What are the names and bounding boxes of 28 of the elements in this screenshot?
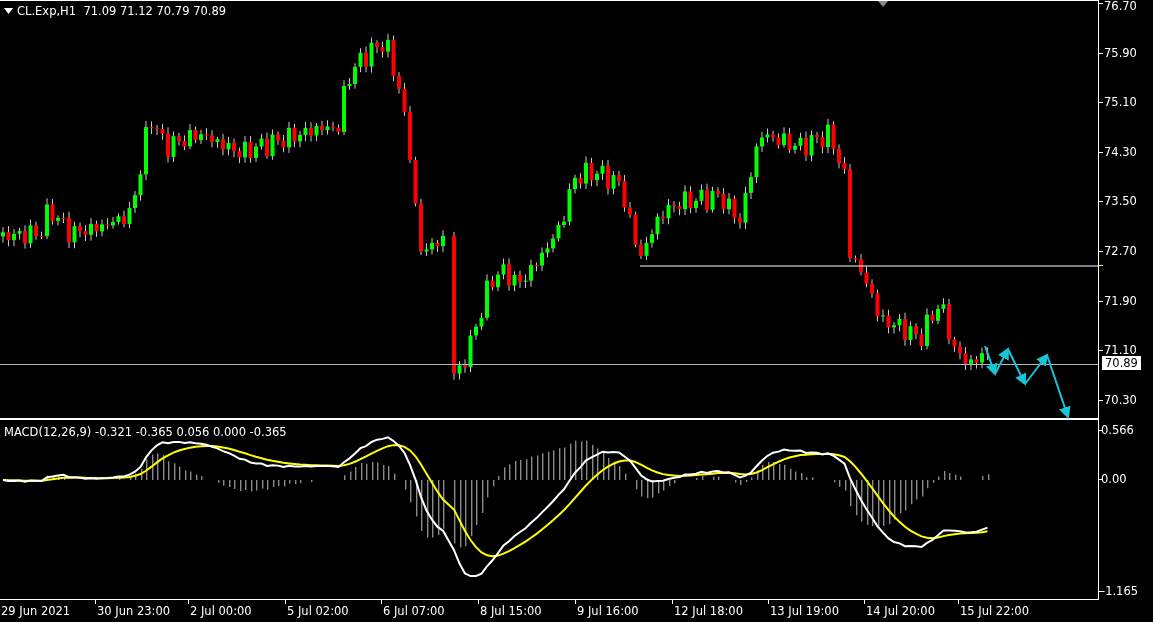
time-label: 29 Jun 2021	[1, 604, 71, 618]
price-label: 75.10	[1104, 96, 1137, 110]
time-label: 5 Jul 02:00	[287, 604, 349, 618]
indicator-value-label: -1.165	[1101, 585, 1139, 598]
time-label: 13 Jul 19:00	[770, 604, 839, 618]
symbol-info: CL.Exp,H1 71.09 71.12 70.79 70.89	[17, 4, 227, 18]
time-label: 30 Jun 23:00	[97, 604, 171, 618]
price-label: 73.50	[1104, 195, 1137, 209]
shift-marker-icon[interactable]	[878, 1, 888, 7]
time-label: 6 Jul 07:00	[383, 604, 445, 618]
time-label: 2 Jul 00:00	[190, 604, 252, 618]
time-label: 14 Jul 20:00	[866, 604, 935, 618]
price-label: 71.90	[1104, 294, 1137, 308]
price-label: 76.70	[1104, 0, 1137, 13]
dropdown-triangle-icon[interactable]	[4, 8, 13, 14]
indicator-value-label: 0.566	[1101, 424, 1134, 437]
price-label: 74.30	[1104, 145, 1137, 159]
current-price-tag: 70.89	[1102, 356, 1141, 370]
time-label: 9 Jul 16:00	[577, 604, 639, 618]
price-label: 72.70	[1104, 245, 1137, 258]
time-label: 8 Jul 15:00	[480, 604, 542, 618]
time-label: 12 Jul 18:00	[674, 604, 743, 618]
indicator-value-label: 0.00	[1101, 473, 1127, 486]
price-label: 75.90	[1104, 46, 1137, 60]
indicator-label: MACD(12,26,9) -0.321 -0.365 0.056 0.000 -0.365	[4, 425, 287, 439]
time-label: 15 Jul 22:00	[960, 604, 1029, 618]
price-label: 70.30	[1104, 393, 1137, 407]
price-label: 71.10	[1104, 344, 1137, 358]
